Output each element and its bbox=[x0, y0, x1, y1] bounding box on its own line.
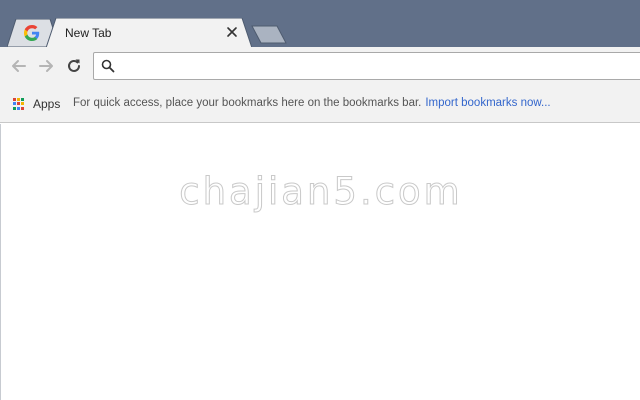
apps-grid-icon bbox=[13, 98, 25, 110]
tab-new-tab[interactable]: New Tab bbox=[46, 18, 252, 48]
toolbar bbox=[0, 47, 640, 85]
forward-arrow-icon[interactable] bbox=[36, 56, 56, 76]
bookmarks-bar: Apps For quick access, place your bookma… bbox=[0, 85, 640, 123]
import-bookmarks-link[interactable]: Import bookmarks now... bbox=[425, 97, 550, 109]
tab-title: New Tab bbox=[65, 26, 112, 40]
tab-strip: New Tab bbox=[0, 0, 640, 48]
watermark-text: chajian5.com bbox=[179, 170, 463, 214]
omnibox[interactable] bbox=[93, 52, 640, 80]
omnibox-input[interactable] bbox=[122, 56, 640, 76]
apps-label: Apps bbox=[33, 97, 61, 111]
bookmarks-hint: For quick access, place your bookmarks h… bbox=[73, 97, 551, 109]
new-tab-icon[interactable] bbox=[250, 25, 288, 44]
bookmarks-hint-text: For quick access, place your bookmarks h… bbox=[73, 97, 422, 109]
back-arrow-icon[interactable] bbox=[9, 56, 29, 76]
close-icon[interactable] bbox=[225, 25, 239, 39]
google-g-icon bbox=[24, 25, 40, 41]
search-icon bbox=[101, 59, 115, 73]
page-content: chajian5.com bbox=[0, 124, 640, 400]
reload-icon[interactable] bbox=[64, 56, 84, 76]
apps-button[interactable]: Apps bbox=[13, 96, 60, 112]
